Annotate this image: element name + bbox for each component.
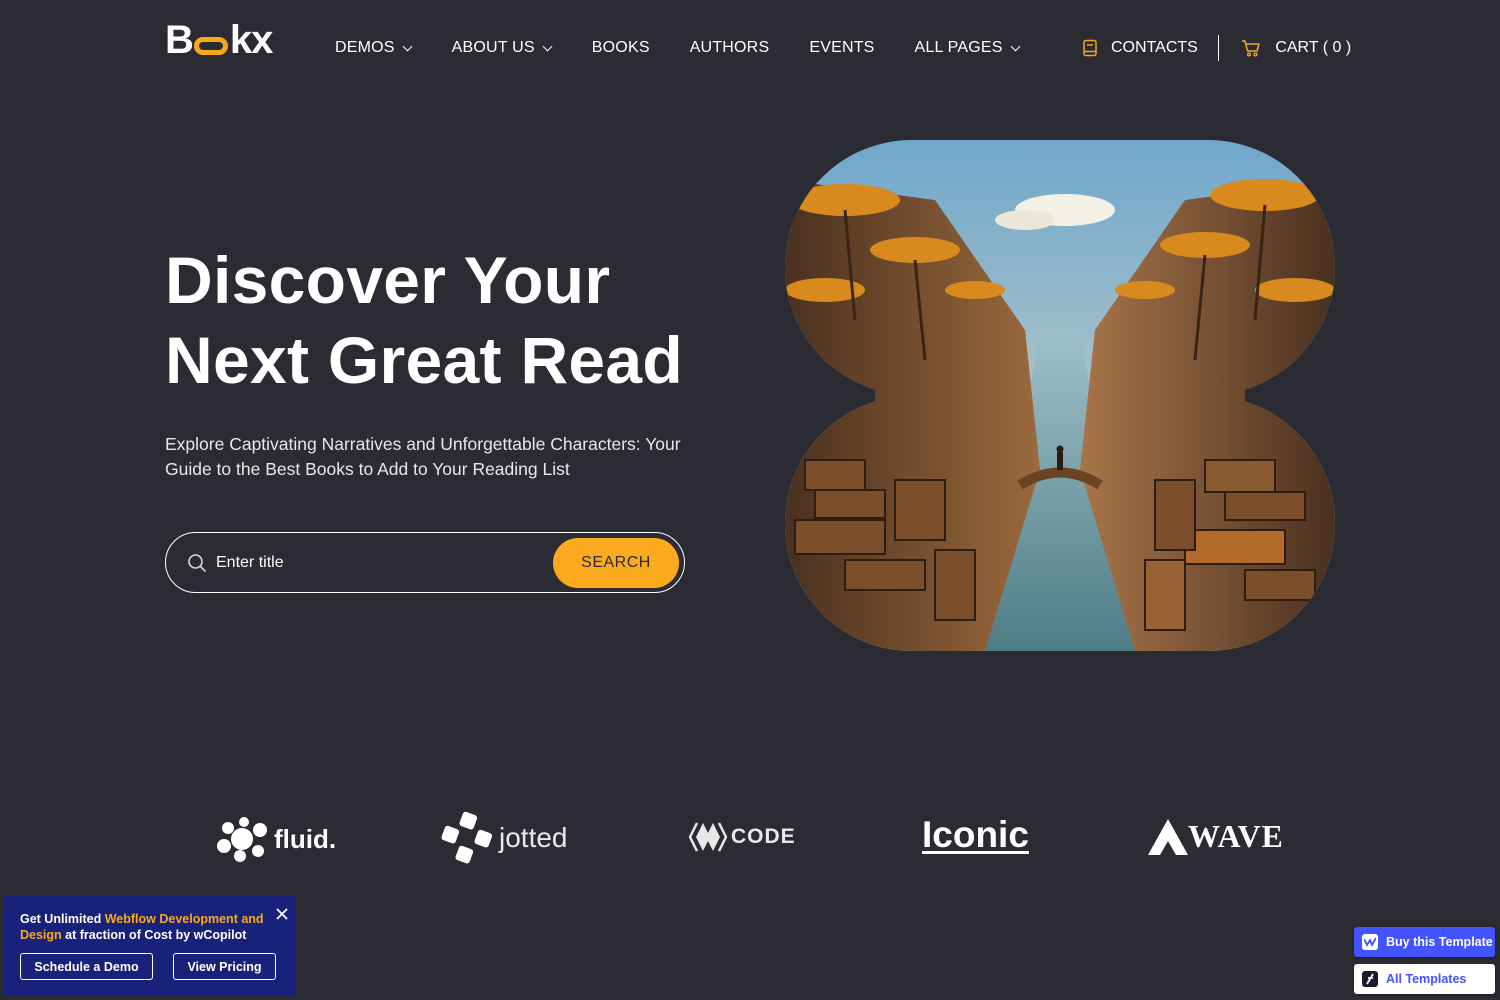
view-pricing-button[interactable]: View Pricing [173, 953, 276, 980]
webflow-icon [1362, 934, 1378, 950]
book-icon [1082, 39, 1098, 57]
wave-logo-icon [1148, 818, 1188, 855]
nav-item-label: ABOUT US [451, 39, 535, 56]
nav-divider [1217, 35, 1220, 61]
search-input[interactable] [216, 542, 553, 583]
buy-template-label: Buy this Template [1386, 935, 1493, 949]
nav-item-about-us[interactable]: ABOUT US [451, 36, 553, 60]
logo-text-suffix: kx [229, 18, 273, 62]
hero-title-line-1: Discover Your [165, 243, 611, 317]
brand-jotted-label: jotted [499, 822, 568, 853]
search-button[interactable]: SEARCH [553, 537, 679, 588]
templates-icon [1362, 971, 1378, 987]
logo-text-prefix: B [165, 18, 194, 62]
nav-item-label: EVENTS [809, 39, 875, 56]
promo-text: Get Unlimited Webflow Development and De… [20, 911, 270, 943]
site-logo[interactable]: Bkx [165, 16, 273, 64]
promo-text-end: at fraction of Cost by wCopilot [61, 928, 247, 942]
nav-item-authors[interactable]: AUTHORS [690, 36, 770, 60]
promo-popup: Get Unlimited Webflow Development and De… [4, 896, 296, 996]
brand-jotted: jotted [439, 810, 568, 866]
brand-iconic-label: Iconic [922, 814, 1029, 855]
hero-illustration [785, 140, 1335, 651]
hero-title: Discover Your Next Great Read [165, 240, 683, 400]
nav-item-label: ALL PAGES [914, 39, 1003, 56]
brand-wave: WAVE [1148, 818, 1284, 855]
cart-icon [1241, 39, 1261, 57]
brand-fluid: fluid. [214, 816, 336, 862]
hero-subtitle: Explore Captivating Narratives and Unfor… [165, 434, 681, 479]
brand-wave-label: WAVE [1188, 818, 1284, 854]
nav-item-demos[interactable]: DEMOS [335, 36, 413, 60]
chevron-down-icon [1010, 41, 1021, 51]
nav-item-label: DEMOS [335, 39, 395, 56]
brand-fluid-label: fluid. [274, 823, 337, 854]
nav-item-books[interactable]: BOOKS [592, 36, 650, 60]
search-icon [187, 553, 207, 573]
brand-iconic: Iconic [922, 814, 1029, 856]
brand-logos: fluid. jotted CODE Iconic WAVE [0, 808, 1500, 872]
code-logo-icon [689, 822, 727, 852]
nav-actions: CONTACTS CART ( 0 ) [1082, 35, 1351, 61]
contacts-label: CONTACTS [1111, 39, 1198, 56]
search-form: SEARCH [165, 532, 685, 593]
brand-code: CODE [689, 821, 796, 853]
contacts-link[interactable]: CONTACTS [1082, 39, 1198, 57]
brand-code-label: CODE [731, 825, 796, 848]
jotted-logo-icon [441, 811, 493, 864]
logo-ring-icon [193, 37, 228, 55]
nav-item-label: AUTHORS [689, 39, 770, 56]
chevron-down-icon [402, 41, 413, 51]
cart-link[interactable]: CART ( 0 ) [1241, 39, 1351, 57]
close-icon[interactable] [274, 906, 290, 922]
hero-title-line-2: Next Great Read [165, 323, 684, 397]
cart-label: CART ( 0 ) [1275, 39, 1352, 56]
all-templates-button[interactable]: All Templates [1354, 964, 1495, 994]
all-templates-label: All Templates [1386, 972, 1467, 986]
main-nav: DEMOS ABOUT US BOOKS AUTHORS EVENTS ALL … [335, 36, 1021, 60]
nav-item-label: BOOKS [591, 39, 650, 56]
schedule-demo-button[interactable]: Schedule a Demo [20, 953, 153, 980]
nav-item-all-pages[interactable]: ALL PAGES [914, 36, 1021, 60]
promo-text-start: Get Unlimited [20, 912, 105, 926]
nav-item-events[interactable]: EVENTS [809, 36, 874, 60]
buy-template-button[interactable]: Buy this Template [1354, 927, 1495, 957]
chevron-down-icon [542, 41, 553, 51]
fluid-logo-icon [217, 817, 267, 862]
